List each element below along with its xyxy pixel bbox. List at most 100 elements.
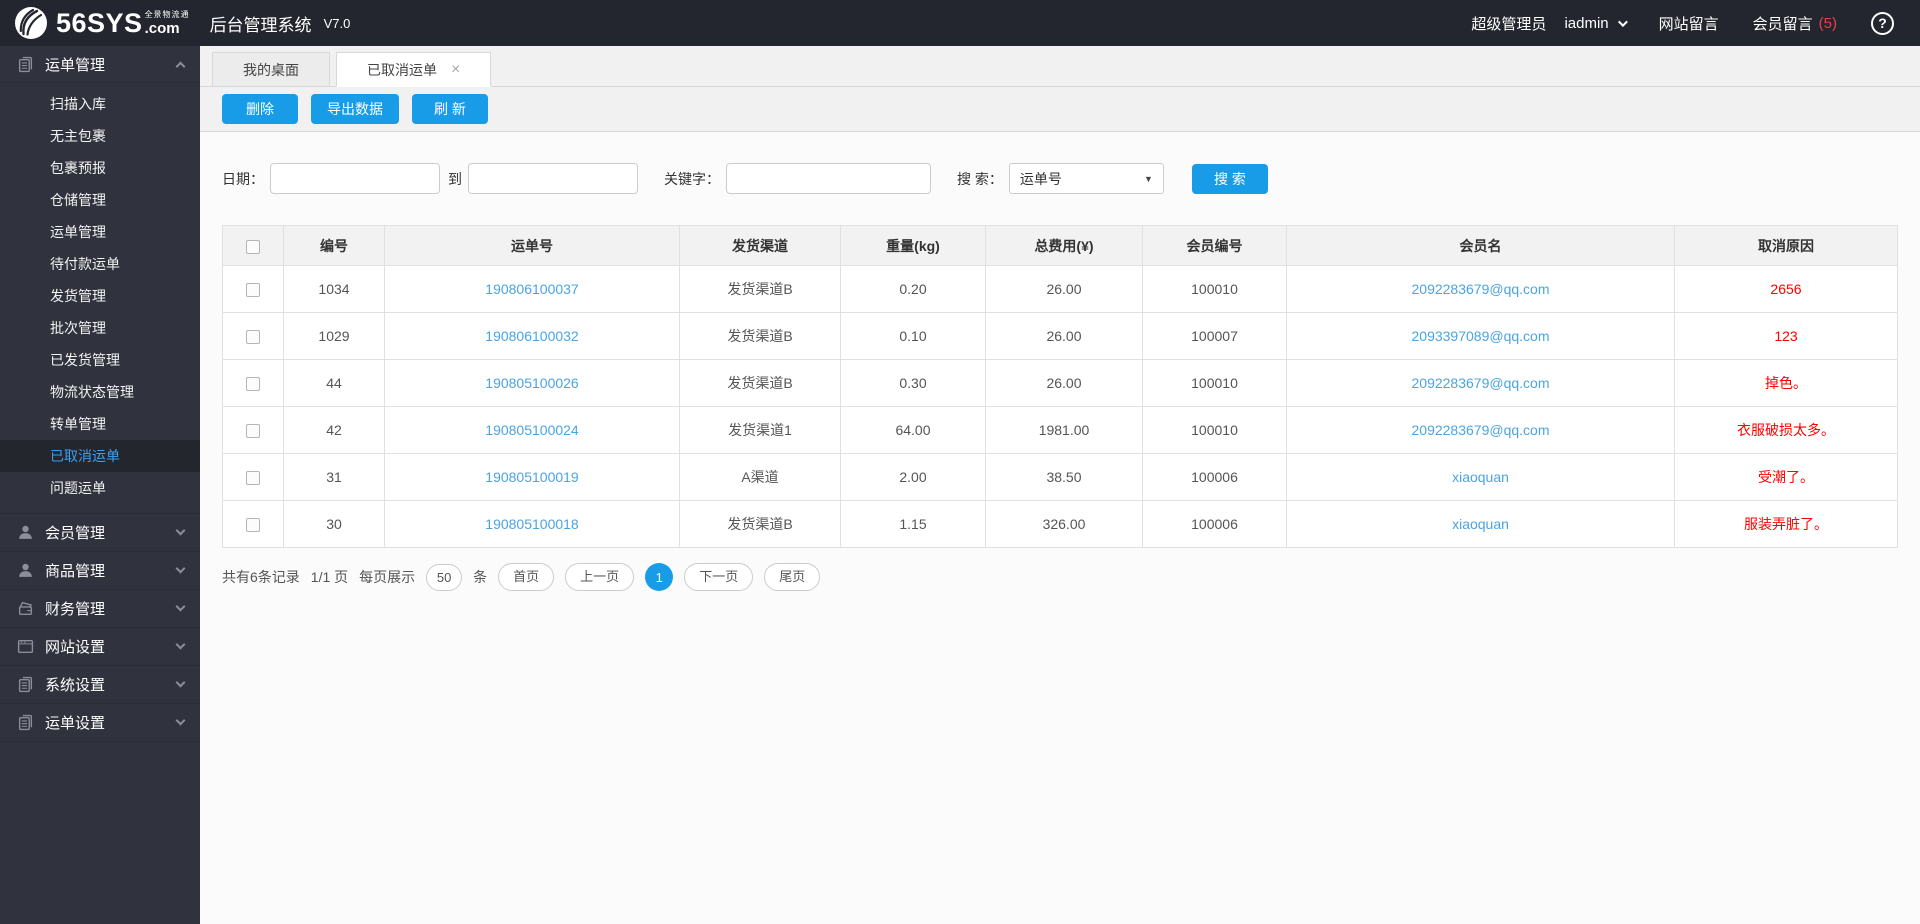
member-name-link[interactable]: 2093397089@qq.com: [1412, 328, 1550, 344]
user-menu[interactable]: iadmin: [1564, 15, 1628, 32]
header-member-id: 会员编号: [1142, 225, 1287, 266]
cell-total-fee: 326.00: [985, 500, 1143, 548]
app-title: 后台管理系统: [209, 15, 312, 35]
goods-icon: [17, 562, 35, 579]
sidebar-section-waybill-settings[interactable]: 运单设置: [0, 704, 200, 741]
logo: 56SYS 全景物流通 .com 后台管理系统 V7.0: [14, 6, 350, 40]
cell-id: 1034: [283, 265, 385, 313]
member-name-link[interactable]: 2092283679@qq.com: [1412, 422, 1550, 438]
date-label: 日期：: [222, 170, 264, 187]
member-messages-link[interactable]: 会员留言 (5): [1753, 13, 1837, 34]
sidebar-subitem[interactable]: 无主包裹: [0, 120, 200, 152]
record-summary: 共有6条记录: [222, 569, 300, 585]
help-icon[interactable]: ?: [1871, 11, 1894, 35]
sidebar-subitem[interactable]: 运单管理: [0, 216, 200, 248]
header-id: 编号: [283, 225, 385, 266]
row-checkbox[interactable]: [246, 471, 260, 486]
sidebar-subitem[interactable]: 待付款运单: [0, 248, 200, 280]
waybill-number-link[interactable]: 190806100037: [485, 281, 578, 297]
waybill-number-link[interactable]: 190805100019: [485, 469, 578, 485]
cell-id: 1029: [283, 312, 385, 360]
row-checkbox[interactable]: [246, 330, 260, 345]
per-page-input[interactable]: [426, 563, 463, 591]
header-member-name: 会员名: [1286, 225, 1675, 266]
member-name-link[interactable]: 2092283679@qq.com: [1412, 281, 1550, 297]
sidebar-section-system[interactable]: 系统设置: [0, 666, 200, 703]
finance-icon: [17, 600, 35, 617]
cell-total-fee: 26.00: [985, 312, 1143, 360]
delete-button[interactable]: 删除: [222, 94, 298, 124]
sidebar-section-member[interactable]: 会员管理: [0, 514, 200, 551]
prev-page-button[interactable]: 上一页: [565, 563, 635, 591]
sidebar-subitem[interactable]: 已发货管理: [0, 344, 200, 376]
sidebar-subitem[interactable]: 包裹预报: [0, 152, 200, 184]
sidebar-section-finance[interactable]: 财务管理: [0, 590, 200, 627]
sidebar-section-goods[interactable]: 商品管理: [0, 552, 200, 589]
sidebar-subitem[interactable]: 转单管理: [0, 408, 200, 440]
header-weight: 重量(kg): [840, 225, 986, 266]
row-checkbox[interactable]: [246, 377, 260, 392]
content: 日期： 到 关键字： 搜 索： 运单号 ▼ 搜 索 编号 运单号 发货渠道 重量…: [200, 132, 1920, 924]
export-button[interactable]: 导出数据: [311, 94, 399, 124]
toolbar: 删除 导出数据 刷 新: [200, 87, 1920, 132]
date-to-label: 到: [448, 170, 462, 187]
waybill-number-link[interactable]: 190805100024: [485, 422, 578, 438]
header-channel: 发货渠道: [679, 225, 841, 266]
table-header-row: 编号 运单号 发货渠道 重量(kg) 总费用(¥) 会员编号 会员名 取消原因: [222, 225, 1898, 266]
tab-my-desktop[interactable]: 我的桌面: [212, 52, 330, 87]
sidebar-sections: 运单管理 扫描入库 无主包裹 包裹预报 仓储管理 运单管理 待付款运单 发货管理 批次管理 已发…: [0, 46, 200, 742]
cell-cancel-reason: 123: [1774, 328, 1798, 344]
first-page-button[interactable]: 首页: [498, 563, 555, 591]
refresh-button[interactable]: 刷 新: [412, 94, 488, 124]
cell-id: 31: [283, 453, 385, 501]
sidebar-subitem[interactable]: 扫描入库: [0, 88, 200, 120]
date-to-input[interactable]: [468, 163, 638, 194]
logo-swoosh-icon: [14, 6, 48, 40]
last-page-button[interactable]: 尾页: [764, 563, 821, 591]
site-messages-link[interactable]: 网站留言: [1659, 13, 1719, 34]
date-from-input[interactable]: [270, 163, 440, 194]
waybill-number-link[interactable]: 190805100026: [485, 375, 578, 391]
waybill-settings-icon: [17, 714, 35, 731]
waybill-icon: [17, 56, 35, 73]
keyword-input[interactable]: [726, 163, 931, 194]
chevron-icon: [175, 61, 186, 71]
sidebar-subitem[interactable]: 问题运单: [0, 472, 200, 504]
cell-weight: 0.10: [840, 312, 986, 360]
search-type-select[interactable]: 运单号 ▼: [1008, 163, 1164, 194]
search-button[interactable]: 搜 索: [1191, 163, 1268, 194]
next-page-button[interactable]: 下一页: [684, 563, 754, 591]
header-waybill-no: 运单号: [384, 225, 680, 266]
sidebar-subitem[interactable]: 发货管理: [0, 280, 200, 312]
waybill-number-link[interactable]: 190805100018: [485, 516, 578, 532]
sidebar-section-website[interactable]: 网站设置: [0, 628, 200, 665]
system-icon: [17, 676, 35, 693]
cell-channel: 发货渠道B: [679, 312, 841, 360]
select-all-checkbox[interactable]: [246, 239, 260, 254]
cell-cancel-reason: 衣服破损太多。: [1737, 422, 1835, 438]
cell-total-fee: 1981.00: [985, 406, 1143, 454]
member-name-link[interactable]: xiaoquan: [1452, 469, 1509, 485]
row-checkbox[interactable]: [246, 283, 260, 298]
tab-cancelled-waybills[interactable]: 已取消运单 ×: [336, 52, 492, 87]
table-row: 1029 190806100032 发货渠道B 0.10 26.00 10000…: [222, 312, 1898, 360]
member-name-link[interactable]: xiaoquan: [1452, 516, 1509, 532]
sidebar-subitem[interactable]: 已取消运单: [0, 440, 200, 472]
member-name-link[interactable]: 2092283679@qq.com: [1412, 375, 1550, 391]
page-info: 1/1 页: [310, 569, 349, 585]
current-page[interactable]: 1: [645, 563, 674, 591]
sidebar-subitem[interactable]: 批次管理: [0, 312, 200, 344]
row-checkbox[interactable]: [246, 518, 260, 533]
waybill-number-link[interactable]: 190806100032: [485, 328, 578, 344]
cell-id: 44: [283, 359, 385, 407]
sidebar-subitem[interactable]: 物流状态管理: [0, 376, 200, 408]
cell-channel: 发货渠道B: [679, 265, 841, 313]
sidebar-subitem[interactable]: 仓储管理: [0, 184, 200, 216]
brand-tld: .com: [144, 19, 180, 37]
row-checkbox[interactable]: [246, 424, 260, 439]
close-icon[interactable]: ×: [451, 61, 460, 78]
cell-member-id: 100010: [1142, 265, 1287, 313]
cell-channel: 发货渠道1: [679, 406, 841, 454]
sidebar-section-waybill[interactable]: 运单管理: [0, 46, 200, 83]
cell-member-id: 100006: [1142, 453, 1287, 501]
